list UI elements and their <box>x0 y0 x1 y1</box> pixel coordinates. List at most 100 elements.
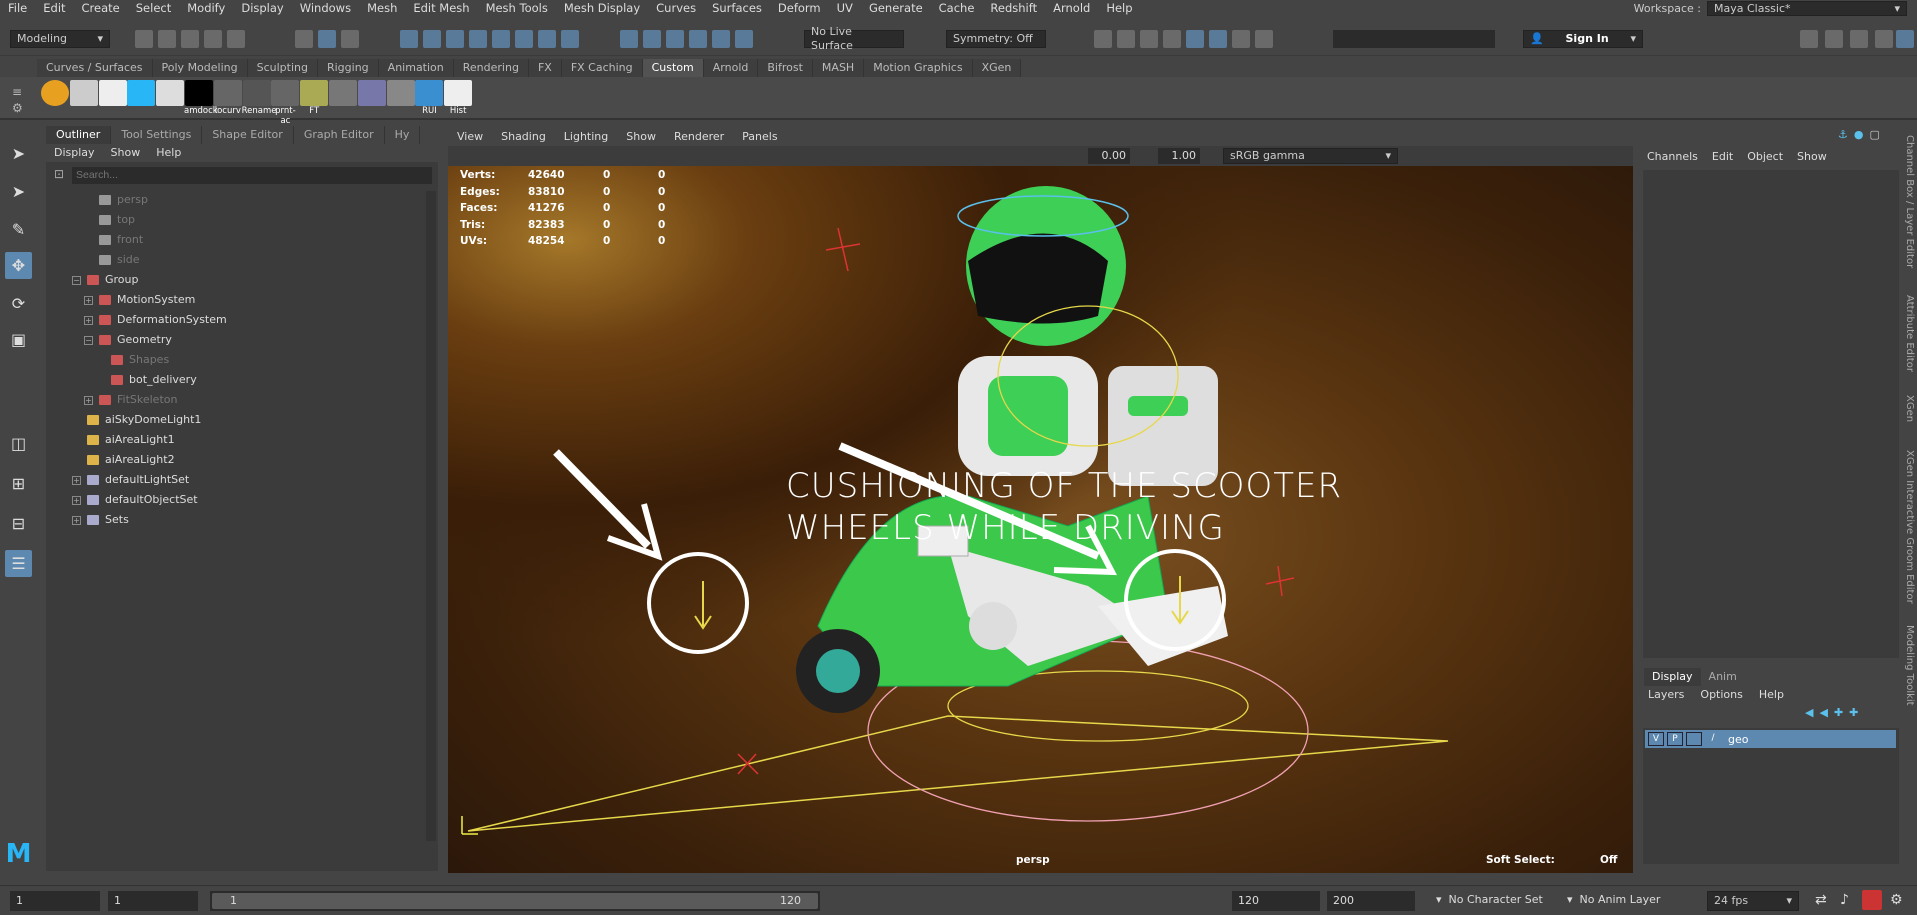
end-time-field[interactable]: 120 <box>1232 891 1320 911</box>
viewport-persp[interactable]: View Shading Lighting Show Renderer Panels 0.… <box>448 128 1633 873</box>
expand-toggle-icon[interactable]: − <box>72 275 81 285</box>
outliner-item[interactable]: + defaultObjectSet <box>72 490 198 510</box>
expand-toggle-icon[interactable]: + <box>72 475 81 485</box>
shelf-settings-icon[interactable]: ⚙ <box>12 101 23 115</box>
shelf-button-4[interactable] <box>155 80 185 116</box>
single-perspective-layout-icon[interactable]: ◫ <box>5 430 32 457</box>
tab-layer-anim[interactable]: Anim <box>1701 668 1745 686</box>
layer-menu-layers[interactable]: Layers <box>1640 686 1692 704</box>
magnet-icon[interactable] <box>666 30 684 48</box>
side-tab-modeling-toolkit[interactable]: Modeling Toolkit <box>1904 625 1915 706</box>
outliner-item[interactable]: + DeformationSystem <box>84 310 227 330</box>
viewport-menu-renderer[interactable]: Renderer <box>665 128 733 146</box>
pin-icon[interactable]: ⚓ <box>1838 128 1848 141</box>
menu-surfaces[interactable]: Surfaces <box>704 0 770 17</box>
shelf-button-3[interactable] <box>126 80 156 116</box>
shelf-tab-curves-surfaces[interactable]: Curves / Surfaces <box>37 59 153 77</box>
menu-edit-mesh[interactable]: Edit Mesh <box>405 0 477 17</box>
fps-dropdown[interactable]: 24 fps ▾ <box>1707 891 1799 911</box>
shelf-button-2[interactable] <box>98 80 128 116</box>
menu-generate[interactable]: Generate <box>861 0 931 17</box>
layer-color-icon[interactable]: / <box>1705 732 1721 746</box>
menu-mesh-tools[interactable]: Mesh Tools <box>478 0 556 17</box>
shelf-tab-fx[interactable]: FX <box>528 59 562 77</box>
tab-hy[interactable]: Hy <box>385 126 421 144</box>
snap-view-icon[interactable] <box>469 30 487 48</box>
exposure-field[interactable]: 0.00 <box>1088 148 1130 164</box>
outliner-item[interactable]: +aiAreaLight2 <box>72 450 175 470</box>
snap-point-icon[interactable] <box>446 30 464 48</box>
modeling-toolkit-icon[interactable] <box>1800 30 1818 48</box>
layer-playback-toggle[interactable]: P <box>1667 732 1683 746</box>
shelf-menu-icon[interactable]: ≡ <box>12 85 22 99</box>
menu-edit[interactable]: Edit <box>35 0 73 17</box>
snap-grid-icon[interactable] <box>400 30 418 48</box>
select-by-component-icon[interactable] <box>341 30 359 48</box>
new-scene-icon[interactable] <box>135 30 153 48</box>
select-tool-icon[interactable]: ➤ <box>5 140 32 167</box>
shelf-button-prnt-ac[interactable]: prnt-ac <box>270 80 300 126</box>
viewport-menu-view[interactable]: View <box>448 128 492 146</box>
menu-mesh-display[interactable]: Mesh Display <box>556 0 648 17</box>
move-layer-down-icon[interactable]: ◀ <box>1819 706 1827 719</box>
colorspace-dropdown[interactable]: sRGB gamma ▾ <box>1223 148 1398 164</box>
select-by-hierarchy-icon[interactable] <box>295 30 313 48</box>
expand-toggle-icon[interactable]: − <box>84 335 93 345</box>
redo-icon[interactable] <box>227 30 245 48</box>
outliner-item[interactable]: +aiSkyDomeLight1 <box>72 410 201 430</box>
front-suspension-locator[interactable] <box>694 581 712 630</box>
lasso-icon[interactable] <box>689 30 707 48</box>
character-set-dropdown[interactable]: ▾ No Character Set <box>1436 893 1543 906</box>
outliner-item[interactable]: +aiAreaLight1 <box>72 430 175 450</box>
cycle-icon[interactable] <box>735 30 753 48</box>
tab-outliner[interactable]: Outliner <box>46 126 112 144</box>
expand-toggle-icon[interactable]: + <box>84 295 93 305</box>
select-by-object-icon[interactable] <box>318 30 336 48</box>
arnold-ipr-icon[interactable] <box>1209 30 1227 48</box>
expand-toggle-icon[interactable]: + <box>72 515 81 525</box>
shelf-tab-animation[interactable]: Animation <box>378 59 454 77</box>
hypershade-icon[interactable] <box>1163 30 1181 48</box>
channel-box-menu-object[interactable]: Object <box>1740 146 1790 168</box>
menu-deform[interactable]: Deform <box>770 0 829 17</box>
channel-box-menu-channels[interactable]: Channels <box>1640 146 1705 168</box>
shelf-button-0[interactable] <box>40 80 70 116</box>
menu-redshift[interactable]: Redshift <box>982 0 1045 17</box>
open-scene-icon[interactable] <box>158 30 176 48</box>
menu-set-dropdown[interactable]: Modeling ▾ <box>10 30 110 48</box>
layer-visibility-toggle[interactable]: V <box>1648 732 1664 746</box>
snap-curve-icon[interactable] <box>423 30 441 48</box>
save-scene-icon[interactable] <box>181 30 199 48</box>
symmetry-dropdown[interactable]: Symmetry: Off <box>946 30 1046 48</box>
range-slider[interactable]: 1 120 <box>210 891 820 911</box>
channel-box-menu-edit[interactable]: Edit <box>1705 146 1740 168</box>
anim-layer-dropdown[interactable]: ▾ No Anim Layer <box>1567 893 1660 906</box>
outliner-item[interactable]: +front <box>84 230 143 250</box>
lasso-tool-icon[interactable]: ➤ <box>5 178 32 205</box>
workspace-dropdown[interactable]: Maya Classic* ▾ <box>1707 1 1907 16</box>
scale-tool-icon[interactable]: ▣ <box>5 326 32 353</box>
viewport-menu-shading[interactable]: Shading <box>492 128 555 146</box>
menu-arnold[interactable]: Arnold <box>1045 0 1098 17</box>
persp-outliner-layout-icon[interactable]: ⊟ <box>5 510 32 537</box>
menu-windows[interactable]: Windows <box>292 0 359 17</box>
menu-uv[interactable]: UV <box>829 0 861 17</box>
menu-mesh[interactable]: Mesh <box>359 0 405 17</box>
four-view-layout-icon[interactable]: ⊞ <box>5 470 32 497</box>
layer-menu-options[interactable]: Options <box>1692 686 1750 704</box>
shelf-button-rui[interactable]: RUI <box>414 80 444 116</box>
menu-cache[interactable]: Cache <box>931 0 983 17</box>
shelf-button-locurv[interactable]: locurv <box>213 80 243 116</box>
auto-key-icon[interactable] <box>1862 890 1882 910</box>
viewport-menu-lighting[interactable]: Lighting <box>555 128 617 146</box>
tab-graph-editor[interactable]: Graph Editor <box>294 126 385 144</box>
outliner-item[interactable]: +Shapes <box>96 350 169 370</box>
arnold-render-icon[interactable] <box>1186 30 1204 48</box>
menu-select[interactable]: Select <box>128 0 179 17</box>
layer-display-type-toggle[interactable] <box>1686 732 1702 746</box>
shelf-tab-sculpting[interactable]: Sculpting <box>247 59 318 77</box>
shelf-button-12[interactable] <box>386 80 416 116</box>
outliner-scrollbar[interactable] <box>426 191 436 841</box>
preferences-icon[interactable]: ⚙ <box>1890 892 1903 908</box>
channel-box-menu-show[interactable]: Show <box>1790 146 1834 168</box>
